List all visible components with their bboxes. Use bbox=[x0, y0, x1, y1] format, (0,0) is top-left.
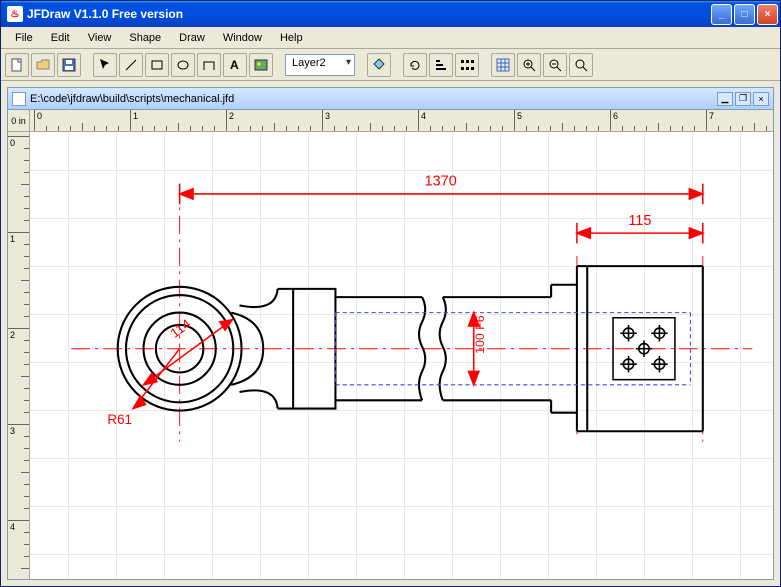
zoom-in-button[interactable] bbox=[517, 53, 541, 77]
window-title: JFDraw V1.1.0 Free version bbox=[27, 7, 711, 21]
image-tool[interactable] bbox=[249, 53, 273, 77]
fill-tool[interactable] bbox=[367, 53, 391, 77]
svg-text:R61: R61 bbox=[107, 412, 132, 427]
document-window: E:\code\jfdraw\build\scripts\mechanical.… bbox=[7, 87, 774, 580]
document-titlebar: E:\code\jfdraw\build\scripts\mechanical.… bbox=[8, 88, 773, 110]
ruler-horizontal: 01234567 bbox=[30, 110, 773, 132]
grid-toggle[interactable] bbox=[491, 53, 515, 77]
align-tool[interactable] bbox=[429, 53, 453, 77]
menu-draw[interactable]: Draw bbox=[171, 30, 213, 46]
document-icon bbox=[12, 92, 26, 106]
svg-text:114: 114 bbox=[167, 316, 194, 341]
rotate-tool[interactable] bbox=[403, 53, 427, 77]
svg-text:A: A bbox=[230, 58, 239, 72]
menu-help[interactable]: Help bbox=[272, 30, 311, 46]
menu-view[interactable]: View bbox=[80, 30, 120, 46]
java-icon: ♨ bbox=[7, 6, 23, 22]
pointer-tool[interactable] bbox=[93, 53, 117, 77]
menubar: File Edit View Shape Draw Window Help bbox=[1, 27, 780, 49]
maximize-button[interactable]: □ bbox=[734, 4, 755, 25]
zoom-out-button[interactable] bbox=[543, 53, 567, 77]
menu-file[interactable]: File bbox=[7, 30, 41, 46]
svg-text:1370: 1370 bbox=[425, 174, 457, 190]
distribute-tool[interactable] bbox=[455, 53, 479, 77]
polygon-tool[interactable] bbox=[197, 53, 221, 77]
line-tool[interactable] bbox=[119, 53, 143, 77]
text-tool[interactable]: A bbox=[223, 53, 247, 77]
open-button[interactable] bbox=[31, 53, 55, 77]
titlebar: ♨ JFDraw V1.1.0 Free version _ □ × bbox=[1, 1, 780, 27]
ellipse-tool[interactable] bbox=[171, 53, 195, 77]
ruler-corner: 0 in bbox=[8, 110, 30, 132]
zoom-fit-button[interactable] bbox=[569, 53, 593, 77]
document-path: E:\code\jfdraw\build\scripts\mechanical.… bbox=[30, 93, 234, 105]
layer-select[interactable]: Layer2 bbox=[285, 54, 355, 76]
rect-tool[interactable] bbox=[145, 53, 169, 77]
menu-shape[interactable]: Shape bbox=[121, 30, 169, 46]
drawing-canvas[interactable]: 1370 115 bbox=[30, 132, 773, 579]
svg-text:115: 115 bbox=[628, 213, 651, 229]
new-button[interactable] bbox=[5, 53, 29, 77]
doc-close-button[interactable]: × bbox=[753, 92, 769, 106]
doc-minimize-button[interactable]: ▁ bbox=[717, 92, 733, 106]
minimize-button[interactable]: _ bbox=[711, 4, 732, 25]
toolbar: A Layer2 bbox=[1, 49, 780, 81]
close-button[interactable]: × bbox=[757, 4, 778, 25]
svg-text:100 F6: 100 F6 bbox=[473, 315, 487, 354]
menu-edit[interactable]: Edit bbox=[43, 30, 78, 46]
save-button[interactable] bbox=[57, 53, 81, 77]
ruler-vertical: 01234 bbox=[8, 132, 30, 579]
menu-window[interactable]: Window bbox=[215, 30, 270, 46]
doc-restore-button[interactable]: ❐ bbox=[735, 92, 751, 106]
mechanical-drawing: 1370 115 bbox=[30, 132, 773, 579]
